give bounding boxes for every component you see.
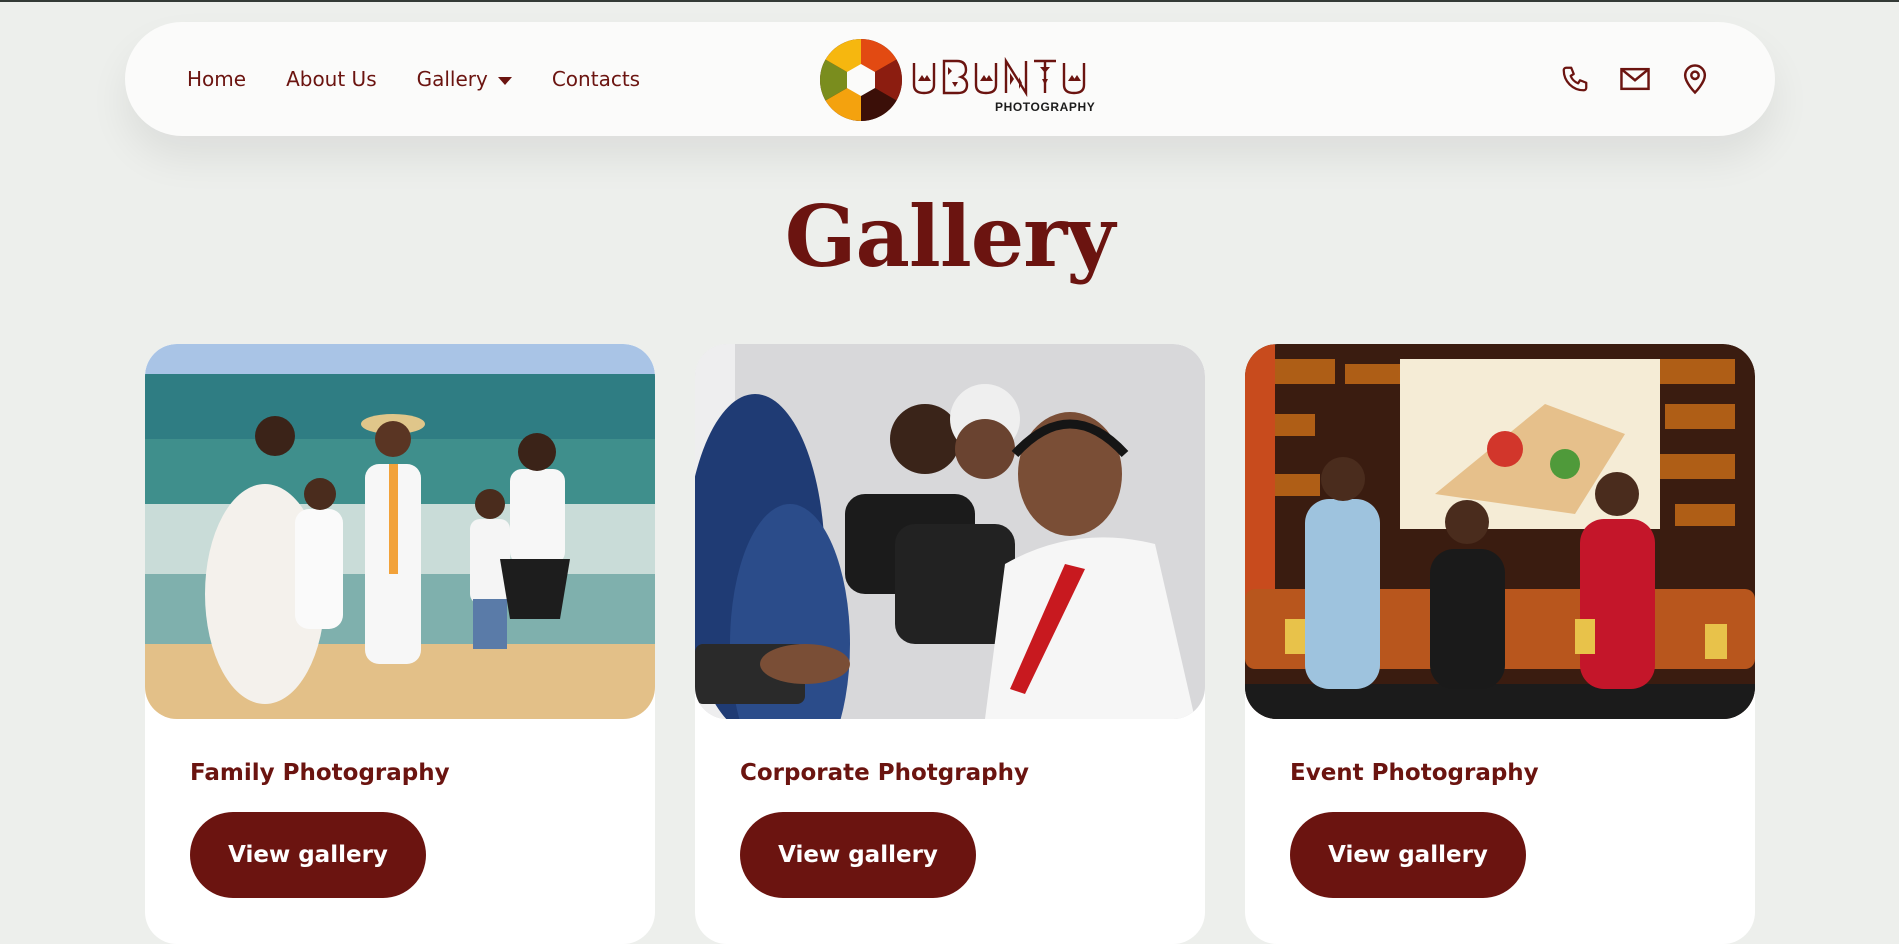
caret-down-icon [497,76,512,85]
logo[interactable]: PHOTOGRAPHY [819,37,1109,121]
mail-icon[interactable] [1619,63,1651,95]
card-title: Family Photography [190,760,450,786]
nav-link-contacts[interactable]: Contacts [552,67,640,91]
nav-link-contacts-label: Contacts [551,67,641,91]
logo-subtitle: PHOTOGRAPHY [995,100,1096,114]
card-title: Corporate Photgraphy [740,760,1029,786]
card-title: Event Photography [1290,760,1539,786]
nav-link-gallery-label: Gallery [416,67,488,91]
view-gallery-button[interactable]: View gallery [190,812,426,898]
event-photo-illustration [1245,344,1755,719]
corporate-photo[interactable] [695,344,1205,719]
nav-link-home[interactable]: Home [187,67,246,91]
nav-link-home-label: Home [187,67,247,91]
family-photo[interactable] [145,344,655,719]
view-gallery-button[interactable]: View gallery [1290,812,1526,898]
family-photo-illustration [145,344,655,719]
nav-link-about-us-label: About Us [286,67,377,91]
phone-icon[interactable] [1559,63,1591,95]
corporate-photo-illustration [695,344,1205,719]
gallery-card-event: Event Photography View gallery [1245,344,1755,944]
gallery-card-family: Family Photography View gallery [145,344,655,944]
nav-link-gallery-dropdown[interactable]: Gallery [417,67,512,91]
contact-icons [1531,22,1711,136]
gallery-card-corporate: Corporate Photgraphy View gallery [695,344,1205,944]
nav-link-about-us[interactable]: About Us [286,67,377,91]
page-title: Gallery [784,187,1116,286]
event-photo[interactable] [1245,344,1755,719]
navbar: Home About Us Gallery Contacts PHOTOGRAP… [125,22,1775,136]
main-nav: Home About Us Gallery Contacts [187,22,680,136]
view-gallery-button[interactable]: View gallery [740,812,976,898]
location-pin-icon[interactable] [1679,63,1711,95]
